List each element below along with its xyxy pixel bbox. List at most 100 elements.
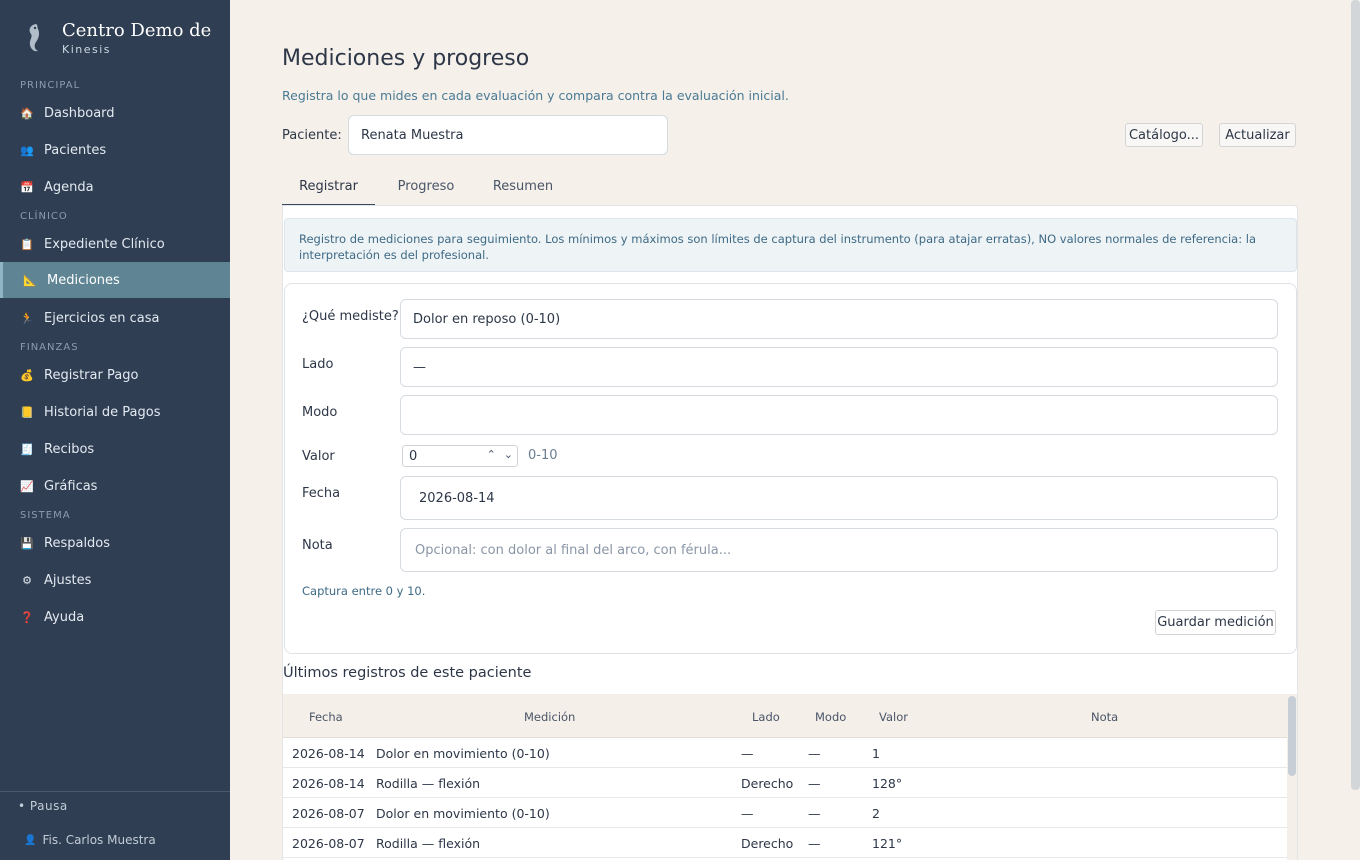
info-notice: Registro de mediciones para seguimiento.… bbox=[284, 218, 1297, 272]
cell-valor: 121° bbox=[872, 836, 903, 851]
cell-valor: 1 bbox=[872, 746, 880, 761]
table-row[interactable]: 2026-08-07 Dolor en movimiento (0-10) — … bbox=[283, 798, 1287, 828]
sidebar-item-pacientes[interactable]: 👥 Pacientes bbox=[0, 132, 230, 168]
sidebar-item-graficas[interactable]: 📈 Gráficas bbox=[0, 468, 230, 504]
sidebar-item-respaldos[interactable]: 💾 Respaldos bbox=[0, 525, 230, 561]
cell-medicion: Dolor en movimiento (0-10) bbox=[376, 806, 550, 821]
col-nota[interactable]: Nota bbox=[1091, 710, 1118, 724]
table-row[interactable]: 2026-08-07 Rodilla — flexión Derecho — 1… bbox=[283, 828, 1287, 858]
seahorse-logo-icon bbox=[20, 20, 50, 56]
what-label: ¿Qué mediste? bbox=[302, 309, 399, 324]
sidebar-item-agenda[interactable]: 📅 Agenda bbox=[0, 169, 230, 205]
table-scrollbar-thumb[interactable] bbox=[1288, 696, 1296, 776]
sidebar: Centro Demo de Rehabilitación Kinesis PR… bbox=[0, 0, 230, 860]
table-row[interactable]: 2026-08-14 Rodilla — flexión Derecho — 1… bbox=[283, 768, 1287, 798]
ledger-icon: 📒 bbox=[20, 405, 34, 419]
page-scrollbar-thumb[interactable] bbox=[1351, 0, 1360, 790]
sidebar-item-ejercicios[interactable]: 🏃 Ejercicios en casa bbox=[0, 300, 230, 336]
brand-title: Centro Demo de Rehabilitación bbox=[62, 20, 212, 41]
cell-fecha: 2026-08-14 bbox=[292, 746, 365, 761]
side-select[interactable]: — bbox=[400, 347, 1278, 387]
section-label-finanzas: FINANZAS bbox=[20, 342, 79, 353]
col-fecha[interactable]: Fecha bbox=[309, 710, 343, 724]
value-text: 0 bbox=[409, 448, 418, 464]
chevron-up-icon[interactable]: ⌃ bbox=[487, 448, 496, 461]
section-label-sistema: SISTEMA bbox=[20, 510, 71, 521]
sidebar-item-ayuda[interactable]: ❓ Ayuda bbox=[0, 599, 230, 635]
gear-icon: ⚙ bbox=[22, 573, 32, 587]
cell-valor: 128° bbox=[872, 776, 903, 791]
table-row[interactable]: 2026-08-14 Dolor en movimiento (0-10) — … bbox=[283, 738, 1287, 768]
section-label-principal: PRINCIPAL bbox=[20, 80, 81, 91]
sidebar-item-label: Registrar Pago bbox=[44, 367, 139, 383]
page-title: Mediciones y progreso bbox=[282, 46, 530, 71]
receipt-icon: 🧾 bbox=[20, 442, 34, 456]
tab-progreso[interactable]: Progreso bbox=[382, 170, 470, 206]
user-icon: 👤 bbox=[24, 834, 37, 846]
sidebar-item-expediente[interactable]: 📋 Expediente Clínico bbox=[0, 226, 230, 262]
brand: Centro Demo de Rehabilitación Kinesis bbox=[20, 20, 212, 56]
user-label: Fis. Carlos Muestra bbox=[42, 833, 156, 847]
sidebar-item-label: Agenda bbox=[44, 179, 94, 195]
value-label: Valor bbox=[302, 449, 335, 464]
tab-registrar[interactable]: Registrar bbox=[282, 170, 375, 206]
sidebar-divider bbox=[0, 791, 230, 792]
cell-medicion: Rodilla — flexión bbox=[376, 776, 481, 791]
patient-input[interactable]: Renata Muestra bbox=[348, 115, 668, 155]
current-user: 👤 Fis. Carlos Muestra bbox=[24, 833, 156, 847]
save-measurement-button[interactable]: Guardar medición bbox=[1155, 610, 1276, 635]
chevron-down-icon[interactable]: ⌄ bbox=[504, 448, 513, 461]
sidebar-item-label: Mediciones bbox=[47, 272, 120, 288]
pause-status[interactable]: • Pausa bbox=[18, 799, 68, 813]
capture-hint: Captura entre 0 y 10. bbox=[302, 584, 426, 598]
page-subtitle: Registra lo que mides en cada evaluación… bbox=[282, 88, 789, 103]
cell-fecha: 2026-08-14 bbox=[292, 776, 365, 791]
side-label: Lado bbox=[302, 357, 334, 372]
sidebar-item-recibos[interactable]: 🧾 Recibos bbox=[0, 431, 230, 467]
cell-lado: — bbox=[741, 806, 754, 821]
dot-icon: • bbox=[18, 799, 26, 813]
mode-label: Modo bbox=[302, 405, 338, 420]
date-field[interactable]: 2026-08-14 bbox=[400, 476, 1278, 520]
what-select[interactable]: Dolor en reposo (0-10) bbox=[400, 299, 1278, 339]
cell-fecha: 2026-08-07 bbox=[292, 806, 365, 821]
people-icon: 👥 bbox=[20, 143, 34, 157]
cell-lado: Derecho bbox=[741, 776, 794, 791]
cell-lado: — bbox=[741, 746, 754, 761]
cell-fecha: 2026-08-07 bbox=[292, 836, 365, 851]
section-label-clinico: CLÍNICO bbox=[20, 211, 68, 222]
note-input[interactable]: Opcional: con dolor al final del arco, c… bbox=[400, 528, 1278, 572]
cell-modo: — bbox=[808, 806, 821, 821]
date-label: Fecha bbox=[302, 486, 341, 501]
sidebar-item-dashboard[interactable]: 🏠 Dashboard bbox=[0, 95, 230, 131]
brand-subtitle: Kinesis bbox=[62, 42, 112, 56]
sidebar-item-label: Ejercicios en casa bbox=[44, 310, 160, 326]
value-stepper[interactable]: 0 ⌃ ⌄ bbox=[402, 445, 518, 467]
col-medicion[interactable]: Medición bbox=[524, 710, 575, 724]
cell-medicion: Rodilla — flexión bbox=[376, 836, 481, 851]
col-lado[interactable]: Lado bbox=[752, 710, 780, 724]
note-label: Nota bbox=[302, 538, 333, 553]
catalog-button[interactable]: Catálogo... bbox=[1125, 123, 1203, 147]
col-modo[interactable]: Modo bbox=[815, 710, 846, 724]
cell-modo: — bbox=[808, 746, 821, 761]
patient-label: Paciente: bbox=[282, 128, 342, 143]
cell-medicion: Dolor en movimiento (0-10) bbox=[376, 746, 550, 761]
refresh-button[interactable]: Actualizar bbox=[1219, 123, 1296, 147]
floppy-icon: 💾 bbox=[20, 536, 34, 550]
col-valor[interactable]: Valor bbox=[879, 710, 908, 724]
chart-icon: 📈 bbox=[20, 479, 34, 493]
pause-label: Pausa bbox=[29, 799, 68, 813]
sidebar-item-label: Expediente Clínico bbox=[44, 236, 165, 252]
mode-select[interactable] bbox=[400, 395, 1278, 435]
cell-modo: — bbox=[808, 836, 821, 851]
tab-resumen[interactable]: Resumen bbox=[480, 170, 566, 206]
sidebar-item-label: Pacientes bbox=[44, 142, 107, 158]
sidebar-item-mediciones[interactable]: 📐 Mediciones bbox=[0, 262, 230, 298]
sidebar-item-label: Ayuda bbox=[44, 609, 85, 625]
sidebar-item-label: Historial de Pagos bbox=[44, 404, 161, 420]
cell-lado: Derecho bbox=[741, 836, 794, 851]
sidebar-item-historial-pagos[interactable]: 📒 Historial de Pagos bbox=[0, 394, 230, 430]
sidebar-item-ajustes[interactable]: ⚙ Ajustes bbox=[0, 562, 230, 598]
sidebar-item-registrar-pago[interactable]: 💰 Registrar Pago bbox=[0, 357, 230, 393]
